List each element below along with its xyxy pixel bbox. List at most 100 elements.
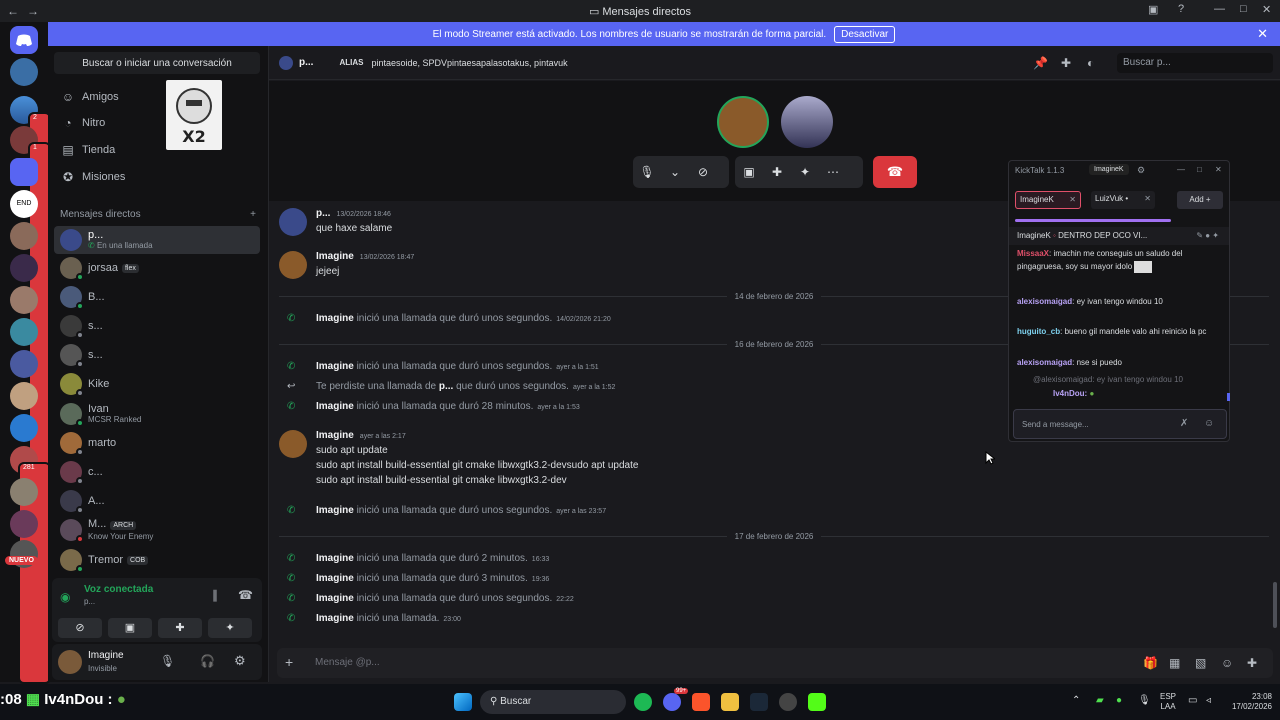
close-icon[interactable]: ✕ xyxy=(1144,194,1151,203)
disable-streamer-button[interactable]: Desactivar xyxy=(834,25,896,43)
avatar[interactable] xyxy=(279,251,307,279)
server-icon-6[interactable] xyxy=(10,222,38,250)
emoji-icon[interactable]: ☺ xyxy=(1221,656,1233,670)
soundboard-icon[interactable]: ✦ xyxy=(791,165,819,179)
nav-quests[interactable]: ✪ Misiones xyxy=(54,164,260,190)
dm-item[interactable]: s... xyxy=(54,312,260,340)
channel-tab[interactable]: ImagineK ✕ xyxy=(1015,191,1081,209)
dm-item[interactable]: Ivan MCSR Ranked xyxy=(54,400,260,428)
chevron-down-icon[interactable]: ⌄ xyxy=(661,165,689,179)
message-author[interactable]: Imagine xyxy=(316,251,354,262)
add-dm-button[interactable]: + xyxy=(250,209,256,220)
kicktalk-icon[interactable] xyxy=(808,693,826,711)
chat-search-input[interactable]: Buscar p... xyxy=(1117,53,1273,73)
dm-item[interactable]: c... xyxy=(54,458,260,486)
server-icon-15[interactable] xyxy=(10,510,38,538)
chat-partner-name[interactable]: p... xyxy=(299,57,313,68)
server-icon-4[interactable] xyxy=(10,158,38,186)
language-indicator[interactable]: ESP LAA xyxy=(1160,692,1176,712)
emoji-icon[interactable]: ☺ xyxy=(1204,418,1214,429)
conversation-search-button[interactable]: Buscar o iniciar una conversación xyxy=(54,52,260,74)
soundboard-button[interactable]: ✦ xyxy=(208,618,252,638)
help-icon[interactable]: ? xyxy=(1178,3,1184,15)
volume-icon[interactable]: ◃ xyxy=(1206,695,1211,706)
scrollbar[interactable] xyxy=(1227,393,1230,401)
brave-icon[interactable] xyxy=(692,693,710,711)
profile-icon[interactable]: ◐ xyxy=(1087,56,1094,70)
dm-item[interactable]: marto xyxy=(54,429,260,457)
screenshare-icon[interactable]: ▣ xyxy=(735,165,763,179)
add-channel-button[interactable]: Add + xyxy=(1177,191,1223,209)
screen-icon[interactable]: ▣ xyxy=(1148,3,1158,16)
server-icon-7[interactable] xyxy=(10,254,38,282)
gift-icon[interactable]: 🎁 xyxy=(1143,656,1158,670)
close-icon[interactable]: ✕ xyxy=(1069,195,1076,204)
soundwave-icon[interactable]: ∥ xyxy=(212,588,218,602)
close-icon[interactable]: ✕ xyxy=(1257,26,1268,42)
avatar[interactable] xyxy=(279,430,307,458)
pin-icon[interactable]: 📌 xyxy=(1033,56,1048,70)
chat-user[interactable]: Iv4nDou: xyxy=(1017,389,1087,398)
translate-icon[interactable]: ✗ xyxy=(1180,418,1188,429)
voice-channel[interactable]: p... xyxy=(84,597,95,606)
mic-icon[interactable]: 🎙 xyxy=(1138,695,1151,706)
gear-icon[interactable]: ⚙ xyxy=(1137,165,1145,176)
headphones-icon[interactable]: 🎧 xyxy=(200,654,215,668)
disconnect-icon[interactable]: ☎ xyxy=(238,588,253,602)
explorer-icon[interactable] xyxy=(721,693,739,711)
plus-icon[interactable]: + xyxy=(285,654,293,670)
server-icon-8[interactable] xyxy=(10,286,38,314)
hangup-button[interactable]: ☎ xyxy=(873,156,917,188)
tray-icon[interactable]: ● xyxy=(1116,695,1122,706)
maximize-button[interactable]: □ xyxy=(1197,165,1202,174)
participant-avatar[interactable] xyxy=(717,96,769,148)
chevron-up-icon[interactable]: ⌃ xyxy=(1072,695,1080,706)
nav-store[interactable]: ▤ Tienda xyxy=(54,137,260,163)
tray-icon[interactable]: ▰ xyxy=(1096,695,1104,706)
dm-item[interactable]: B... xyxy=(54,283,260,311)
add-friend-icon[interactable]: ✚ xyxy=(1061,56,1071,70)
steam-icon[interactable] xyxy=(750,693,768,711)
chat-user[interactable]: huguito_cb xyxy=(1017,327,1060,336)
app-icon[interactable] xyxy=(779,693,797,711)
clock[interactable]: 23:08 17/02/2026 xyxy=(1222,692,1272,712)
dm-item[interactable]: Kike xyxy=(54,370,260,398)
minimize-button[interactable]: — xyxy=(1177,165,1185,174)
participant-avatar[interactable] xyxy=(781,96,833,148)
stream-actions-icon[interactable]: ✎ ● ✦ xyxy=(1196,231,1219,240)
dm-item[interactable]: jorsaa flex xyxy=(54,254,260,282)
mic-icon[interactable]: 🎙 xyxy=(160,654,175,668)
server-icon-5[interactable]: END xyxy=(10,190,38,218)
back-button[interactable]: ← xyxy=(6,4,20,18)
server-icon-14[interactable] xyxy=(10,478,38,506)
screenshare-button[interactable]: ▣ xyxy=(108,618,152,638)
message-input[interactable]: Mensaje @p... xyxy=(315,657,380,668)
chat-input[interactable]: Send a message... ✗ ☺ xyxy=(1013,409,1227,439)
dm-item[interactable]: p... ✆ En una llamada xyxy=(54,226,260,254)
dm-item[interactable]: Tremor COB xyxy=(54,546,260,574)
chat-user[interactable]: alexisomaigad xyxy=(1017,358,1072,367)
scrollbar[interactable] xyxy=(1273,582,1277,628)
nav-nitro[interactable]: ◔ Nitro xyxy=(54,110,260,136)
forward-button[interactable]: → xyxy=(26,4,40,18)
camera-off-icon[interactable]: ⊘ xyxy=(689,165,717,179)
chat-user[interactable]: MissaaX xyxy=(1017,249,1049,258)
nav-friends[interactable]: ☺ Amigos xyxy=(54,84,260,110)
server-icon-1[interactable] xyxy=(10,58,38,86)
taskbar-search[interactable]: ⚲ Buscar xyxy=(480,690,626,714)
mic-icon[interactable]: 🎙 xyxy=(633,165,661,179)
gif-icon[interactable]: ▦ xyxy=(1169,656,1180,670)
message-author[interactable]: p... xyxy=(316,208,330,219)
server-icon-11[interactable] xyxy=(10,382,38,410)
network-icon[interactable]: ▭ xyxy=(1188,695,1197,706)
server-icon-9[interactable] xyxy=(10,318,38,346)
sticker-icon[interactable]: ▧ xyxy=(1195,656,1206,670)
channel-tab[interactable]: LuizVuk • ✕ xyxy=(1091,191,1155,209)
close-icon[interactable]: ✕ xyxy=(1215,165,1222,174)
server-icon-12[interactable] xyxy=(10,414,38,442)
kicktalk-user[interactable]: ImagineK xyxy=(1089,164,1129,175)
activities-button[interactable]: ✚ xyxy=(158,618,202,638)
avatar[interactable] xyxy=(58,650,82,674)
spotify-icon[interactable] xyxy=(634,693,652,711)
chat-user[interactable]: alexisomaigad xyxy=(1017,297,1072,306)
